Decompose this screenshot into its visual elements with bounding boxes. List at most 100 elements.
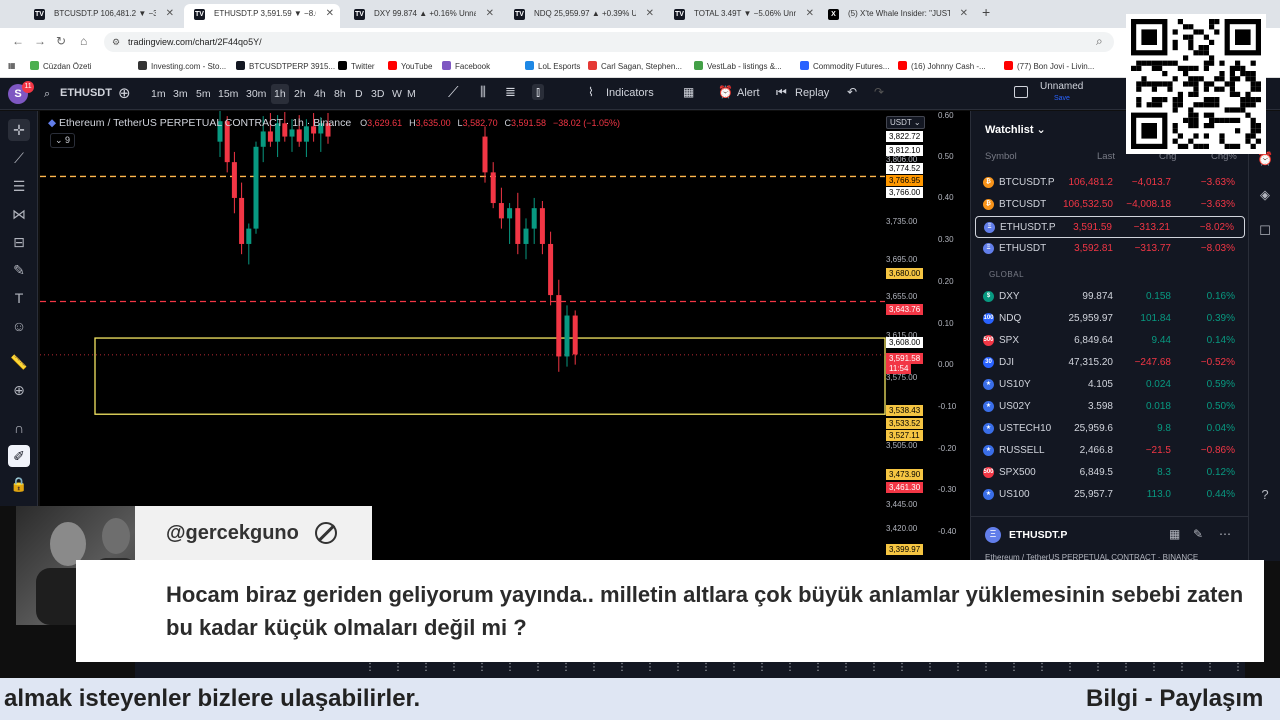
col-symbol[interactable]: Symbol	[985, 151, 1017, 162]
chart-type-icon[interactable]: ⟋	[448, 84, 459, 101]
timeframe-1m[interactable]: 1m	[148, 84, 169, 104]
browser-tab[interactable]: TVBTCUSDT.P 106,481.2 ▼ −3.63%✕	[24, 4, 180, 28]
indicators-button[interactable]: Indicators	[606, 87, 654, 99]
bookmark-item[interactable]: Carl Sagan, Stephen...	[588, 61, 682, 71]
detail-symbol[interactable]: ETHUSDT.P	[1009, 529, 1067, 541]
bookmark-item[interactable]: BTCUSDTPERP 3915...	[236, 61, 335, 71]
col-last[interactable]: Last	[1097, 151, 1115, 162]
browser-tab[interactable]: X(5) X'te Whale Insider: "JUST IN✕	[818, 4, 974, 28]
watchlist-row[interactable]: Ξ ETHUSDT.P 3,591.59 −313.21 −8.02%	[975, 216, 1245, 238]
trendline-icon[interactable]: ⟋	[8, 147, 30, 169]
timeframe-30m[interactable]: 30m	[243, 84, 269, 104]
search-icon[interactable]: ⌕	[44, 88, 50, 101]
bookmark-item[interactable]: Facebook	[442, 61, 490, 71]
candles-icon[interactable]: ⫾	[532, 84, 545, 100]
browser-tab-active[interactable]: TVETHUSDT.P 3,591.59 ▼ −8.02%✕	[184, 4, 340, 28]
candle-style-icon[interactable]: ≣	[505, 84, 516, 100]
bookmark-item[interactable]: (16) Johnny Cash -...	[898, 61, 986, 71]
watchlist-row[interactable]: $ DXY 99.874 0.158 0.16%	[975, 286, 1245, 308]
currency-select[interactable]: USDT ⌄	[886, 116, 925, 129]
emoji-icon[interactable]: ☺	[8, 315, 30, 337]
watchlist-row[interactable]: 100 NDQ 25,959.97 101.84 0.39%	[975, 308, 1245, 330]
bookmark-item[interactable]: (77) Bon Jovi - Livin...	[1004, 61, 1094, 71]
reload-icon[interactable]: ↻	[56, 34, 66, 48]
drawing-mode-icon[interactable]: ✐	[8, 445, 30, 467]
redo-icon[interactable]: ↷	[874, 85, 884, 99]
zoom-in-icon[interactable]: ⊕	[8, 379, 30, 401]
watchlist-row[interactable]: Ξ ETHUSDT 3,592.81 −313.77 −8.03%	[975, 238, 1245, 260]
section-global[interactable]: GLOBAL	[989, 270, 1024, 279]
bookmark-item[interactable]: Cüzdan Özeti	[30, 61, 91, 71]
timeframe-3m[interactable]: 3m	[170, 84, 191, 104]
bookmark-item[interactable]: VestLab - listings &...	[694, 61, 782, 71]
chat-icon[interactable]: ☐	[1257, 223, 1273, 239]
timeframe-8h[interactable]: 8h	[331, 84, 349, 104]
magnet-icon[interactable]: ∩	[8, 417, 30, 439]
timeframe-3d[interactable]: 3D	[368, 84, 387, 104]
timeframe-2h[interactable]: 2h	[291, 84, 309, 104]
edit-icon[interactable]: ✎	[1193, 527, 1203, 541]
browser-tab[interactable]: TVNDQ 25,959.97 ▲ +0.39% Unnamed✕	[504, 4, 660, 28]
symbol-search[interactable]: ETHUSDT	[60, 87, 112, 99]
timeframe-4h[interactable]: 4h	[311, 84, 329, 104]
more-icon[interactable]: ⋯	[1219, 527, 1231, 541]
watchlist-row[interactable]: 500 SPX 6,849.64 9.44 0.14%	[975, 330, 1245, 352]
fib-icon[interactable]: ☰	[8, 175, 30, 197]
close-tab-icon[interactable]: ✕	[486, 4, 494, 24]
chart-canvas[interactable]	[40, 111, 970, 561]
timeframe-15m[interactable]: 15m	[215, 84, 241, 104]
watchlist-row[interactable]: 30 DJI 47,315.20 −247.68 −0.52%	[975, 352, 1245, 374]
home-icon[interactable]: ⌂	[80, 34, 87, 48]
layouts-icon[interactable]: ▦	[683, 85, 694, 99]
bookmark-item[interactable]: Investing.com - Sto...	[138, 61, 226, 71]
new-tab-button[interactable]: +	[982, 4, 990, 20]
price-chart[interactable]: ◆ Ethereum / TetherUS PERPETUAL CONTRACT…	[40, 111, 970, 561]
timeframe-1h[interactable]: 1h	[271, 84, 289, 104]
replay-button[interactable]: Replay	[795, 87, 829, 99]
watchlist-row[interactable]: 500 SPX500 6,849.5 8.3 0.12%	[975, 462, 1245, 484]
grid-icon[interactable]: ▦	[1169, 527, 1180, 541]
close-tab-icon[interactable]: ✕	[960, 4, 968, 24]
brush-icon[interactable]: ✎	[8, 259, 30, 281]
url-input[interactable]: ⚙ tradingview.com/chart/2F44qo5Y/	[104, 32, 1114, 52]
close-tab-icon[interactable]: ✕	[806, 4, 814, 24]
watchlist-row[interactable]: ★ RUSSELL 2,466.8 −21.5 −0.86%	[975, 440, 1245, 462]
lock-icon[interactable]: 🔒	[8, 473, 30, 495]
close-tab-icon[interactable]: ✕	[646, 4, 654, 24]
watchlist-row[interactable]: ★ US02Y 3.598 0.018 0.50%	[975, 396, 1245, 418]
close-tab-icon[interactable]: ✕	[326, 4, 334, 24]
back-icon[interactable]: ←	[12, 34, 24, 48]
bookmark-item[interactable]: LoL Esports	[525, 61, 580, 71]
timeframe-d[interactable]: D	[352, 84, 366, 104]
timeframe-5m[interactable]: 5m	[193, 84, 214, 104]
watchlist-row[interactable]: ₿ BTCUSDT 106,532.50 −4,008.18 −3.63%	[975, 194, 1245, 216]
compare-plus-icon[interactable]: ⊕	[118, 84, 131, 102]
projection-icon[interactable]: ⊟	[8, 231, 30, 253]
apps-icon[interactable]: ▦	[8, 61, 16, 70]
zoom-icon[interactable]: ⌕	[1096, 34, 1103, 49]
watchlist-row[interactable]: ★ USTECH10 25,959.6 9.8 0.04%	[975, 418, 1245, 440]
bookmark-item[interactable]: Commodity Futures...	[800, 61, 889, 71]
browser-tab[interactable]: TVDXY 99.874 ▲ +0.16% Unnamed✕	[344, 4, 500, 28]
indicators-icon[interactable]: ⌇	[588, 85, 594, 99]
layout-save[interactable]: Save	[1054, 95, 1070, 102]
timeframe-m[interactable]: M	[404, 84, 419, 104]
watchlist-row[interactable]: ★ US10Y 4.105 0.024 0.59%	[975, 374, 1245, 396]
pattern-icon[interactable]: ⋈	[8, 203, 30, 225]
indicators-toggle[interactable]: ⌄ 9	[50, 133, 76, 148]
layout-icon[interactable]	[1014, 86, 1028, 98]
browser-tab[interactable]: TVTOTAL 3.49T ▼ −5.06% Unnamed✕	[664, 4, 820, 28]
bar-style-icon[interactable]: ⫼	[480, 84, 486, 100]
help-icon[interactable]: ?	[1257, 487, 1273, 503]
site-info-icon[interactable]: ⚙	[112, 32, 120, 52]
crosshair-icon[interactable]: ✛	[8, 119, 30, 141]
replay-icon[interactable]: ⏮	[776, 85, 787, 100]
timeframe-w[interactable]: W	[389, 84, 405, 104]
bookmark-item[interactable]: YouTube	[388, 61, 432, 71]
ruler-icon[interactable]: 📏	[8, 351, 30, 373]
alert-button[interactable]: Alert	[737, 87, 760, 99]
watchlist-row[interactable]: ₿ BTCUSDT.P 106,481.2 −4,013.7 −3.63%	[975, 172, 1245, 194]
watchlist-title[interactable]: Watchlist ⌄	[985, 123, 1046, 136]
close-tab-icon[interactable]: ✕	[166, 4, 174, 24]
layout-name[interactable]: Unnamed	[1040, 81, 1083, 92]
